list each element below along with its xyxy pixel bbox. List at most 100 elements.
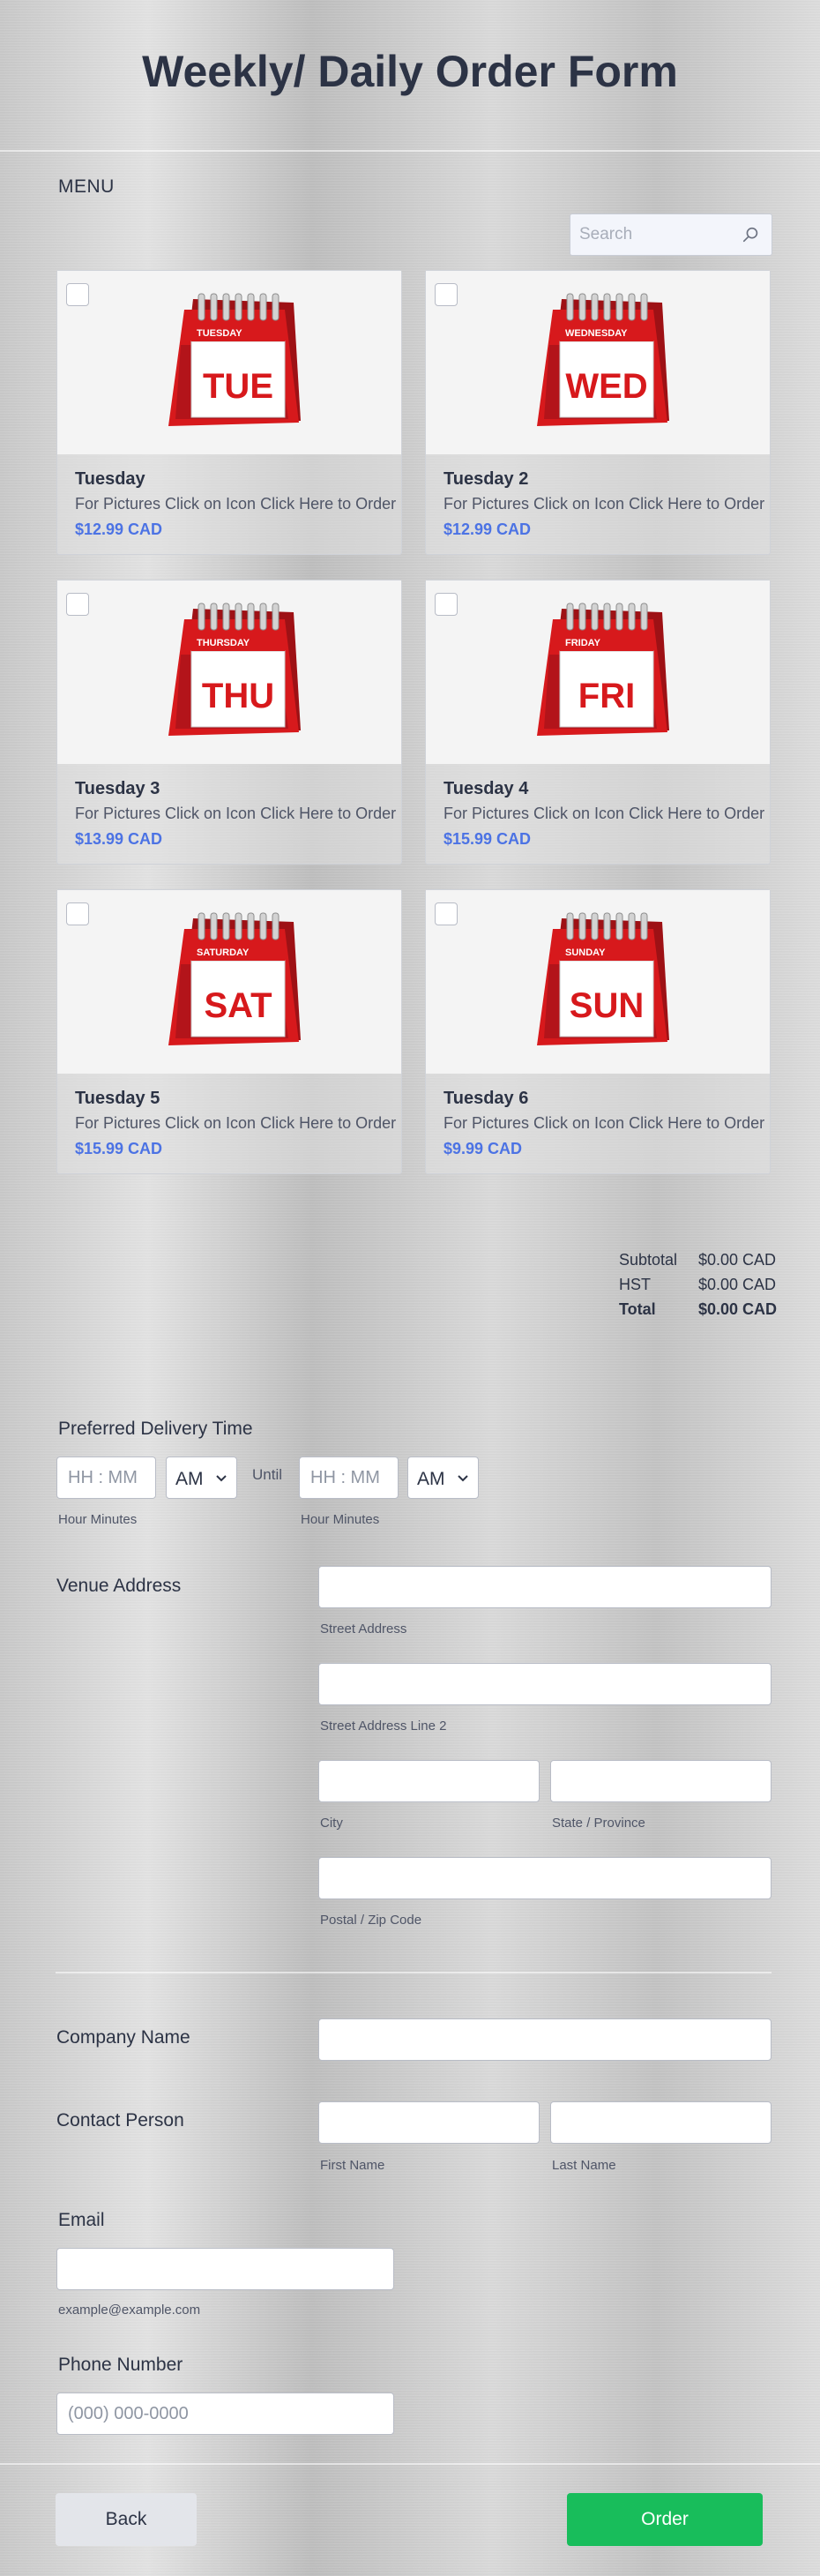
phone-number-input[interactable] xyxy=(57,2393,393,2434)
product-checkbox[interactable] xyxy=(66,593,89,616)
product-description: For Pictures Click on Icon Click Here to… xyxy=(75,1114,397,1132)
order-button[interactable]: Order xyxy=(567,2493,763,2546)
product-image[interactable]: FRIDAY FRI xyxy=(426,580,770,764)
product-card[interactable]: SUNDAY SUN Tuesday 6 For Pictures Click … xyxy=(425,889,771,1174)
company-name-label: Company Name xyxy=(56,2027,190,2048)
product-checkbox[interactable] xyxy=(435,593,458,616)
until-time-input[interactable] xyxy=(300,1457,398,1498)
postal-code-sublabel: Postal / Zip Code xyxy=(320,1913,422,1928)
from-ampm-select[interactable]: AM xyxy=(166,1456,237,1499)
product-checkbox[interactable] xyxy=(66,283,89,306)
calendar-icon: WEDNESDAY WED xyxy=(537,293,669,426)
product-name: Tuesday 6 xyxy=(444,1089,529,1108)
city-field[interactable] xyxy=(318,1760,540,1802)
product-image[interactable]: WEDNESDAY WED xyxy=(426,271,770,454)
divider xyxy=(0,2463,820,2465)
delivery-until-time[interactable] xyxy=(299,1456,399,1499)
postal-code-input[interactable] xyxy=(319,1858,771,1898)
calendar-day-short: TUE xyxy=(203,367,273,406)
last-name-field[interactable] xyxy=(550,2101,772,2144)
delivery-from-time[interactable] xyxy=(56,1456,156,1499)
street-address-2-sublabel: Street Address Line 2 xyxy=(320,1719,447,1734)
chevron-down-icon xyxy=(458,1475,468,1482)
calendar-icon: TUESDAY TUE xyxy=(168,293,301,426)
product-price: $13.99 CAD xyxy=(75,830,163,848)
subtotal-value: $0.00 CAD xyxy=(698,1251,777,1269)
phone-number-field[interactable] xyxy=(56,2393,394,2435)
city-sublabel: City xyxy=(320,1816,343,1831)
last-name-input[interactable] xyxy=(551,2102,771,2143)
product-card[interactable]: WEDNESDAY WED Tuesday 2 For Pictures Cli… xyxy=(425,270,771,555)
until-ampm-select[interactable]: AM xyxy=(407,1456,479,1499)
until-time-sublabel: Hour Minutes xyxy=(301,1512,380,1527)
calendar-day-full: SUNDAY xyxy=(565,947,606,958)
email-input[interactable] xyxy=(57,2249,393,2289)
product-description: For Pictures Click on Icon Click Here to… xyxy=(444,1114,765,1132)
product-card[interactable]: THURSDAY THU Tuesday 3 For Pictures Clic… xyxy=(56,580,402,865)
product-image[interactable]: SUNDAY SUN xyxy=(426,890,770,1074)
calendar-day-short: FRI xyxy=(578,677,635,715)
from-time-input[interactable] xyxy=(57,1457,155,1498)
menu-label: MENU xyxy=(58,176,115,197)
state-input[interactable] xyxy=(551,1761,771,1801)
state-field[interactable] xyxy=(550,1760,772,1802)
product-price: $15.99 CAD xyxy=(75,1140,163,1157)
contact-person-label: Contact Person xyxy=(56,2110,184,2130)
search-input[interactable] xyxy=(570,214,734,255)
product-price: $9.99 CAD xyxy=(444,1140,523,1157)
from-ampm-value: AM xyxy=(175,1469,204,1489)
product-description: For Pictures Click on Icon Click Here to… xyxy=(75,495,397,513)
email-hint: example@example.com xyxy=(58,2303,201,2318)
product-card[interactable]: FRIDAY FRI Tuesday 4 For Pictures Click … xyxy=(425,580,771,865)
street-address-2-field[interactable] xyxy=(318,1663,772,1705)
street-address-field[interactable] xyxy=(318,1566,772,1608)
subtotal-label: Subtotal xyxy=(619,1251,678,1269)
company-name-input[interactable] xyxy=(319,2019,771,2060)
product-image[interactable]: THURSDAY THU xyxy=(57,580,401,764)
total-value: $0.00 CAD xyxy=(698,1300,778,1318)
calendar-day-full: WEDNESDAY xyxy=(565,328,628,339)
product-search[interactable] xyxy=(570,213,772,256)
from-time-sublabel: Hour Minutes xyxy=(58,1512,138,1527)
company-name-field[interactable] xyxy=(318,2018,772,2061)
product-checkbox[interactable] xyxy=(435,283,458,306)
city-input[interactable] xyxy=(319,1761,539,1801)
calendar-icon: THURSDAY THU xyxy=(168,603,301,736)
calendar-day-full: SATURDAY xyxy=(197,947,250,958)
calendar-day-full: FRIDAY xyxy=(565,638,601,648)
calendar-icon: SUNDAY SUN xyxy=(537,912,669,1045)
chevron-down-icon xyxy=(216,1475,227,1482)
product-image[interactable]: SATURDAY SAT xyxy=(57,890,401,1074)
until-ampm-value: AM xyxy=(417,1469,445,1489)
hst-value: $0.00 CAD xyxy=(698,1276,777,1293)
product-description: For Pictures Click on Icon Click Here to… xyxy=(444,495,765,513)
product-card[interactable]: TUESDAY TUE Tuesday For Pictures Click o… xyxy=(56,270,402,555)
calendar-icon: FRIDAY FRI xyxy=(537,603,669,736)
product-name: Tuesday 5 xyxy=(75,1089,160,1108)
street-address-2-input[interactable] xyxy=(319,1664,771,1704)
first-name-input[interactable] xyxy=(319,2102,539,2143)
calendar-day-short: SUN xyxy=(570,986,644,1025)
product-checkbox[interactable] xyxy=(66,902,89,925)
email-field[interactable] xyxy=(56,2248,394,2290)
product-description: For Pictures Click on Icon Click Here to… xyxy=(444,805,765,822)
product-card[interactable]: SATURDAY SAT Tuesday 5 For Pictures Clic… xyxy=(56,889,402,1174)
divider xyxy=(56,1972,772,1973)
product-checkbox[interactable] xyxy=(435,902,458,925)
venue-address-label: Venue Address xyxy=(56,1576,182,1596)
street-address-input[interactable] xyxy=(319,1567,771,1607)
hst-label: HST xyxy=(619,1276,651,1293)
delivery-time-label: Preferred Delivery Time xyxy=(58,1419,253,1439)
calendar-day-full: TUESDAY xyxy=(197,328,242,339)
first-name-field[interactable] xyxy=(318,2101,540,2144)
search-icon[interactable] xyxy=(742,225,761,244)
product-name: Tuesday 2 xyxy=(444,469,529,489)
back-button[interactable]: Back xyxy=(56,2493,197,2546)
postal-code-field[interactable] xyxy=(318,1857,772,1899)
product-name: Tuesday xyxy=(75,469,145,489)
product-image[interactable]: TUESDAY TUE xyxy=(57,271,401,454)
last-name-sublabel: Last Name xyxy=(552,2158,616,2173)
total-label: Total xyxy=(619,1300,656,1318)
state-sublabel: State / Province xyxy=(552,1816,645,1831)
phone-number-label: Phone Number xyxy=(58,2355,183,2375)
